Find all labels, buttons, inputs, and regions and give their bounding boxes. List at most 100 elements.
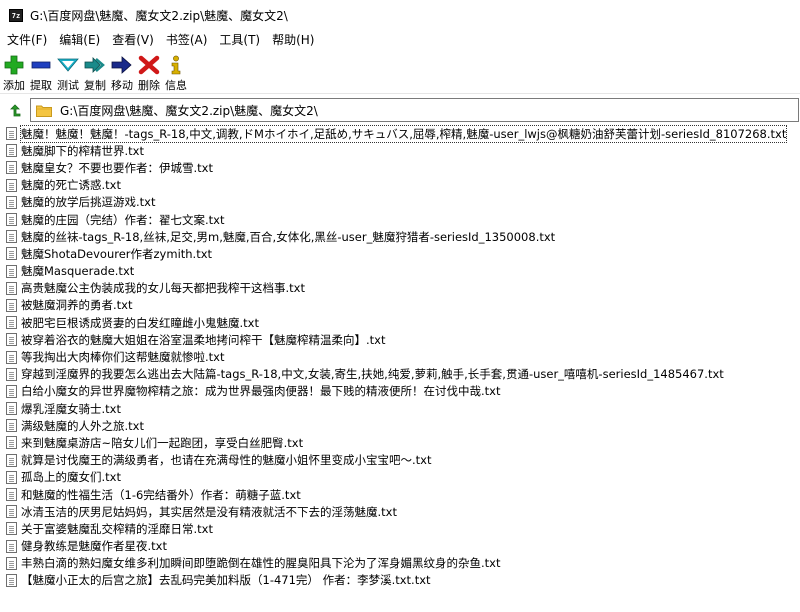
extract-label: 提取 (30, 79, 52, 92)
menu-item-1[interactable]: 编辑(E) (53, 30, 106, 50)
file-row[interactable]: 魅魔的庄园（完结）作者：翟七文案.txt (2, 211, 800, 228)
file-name: 白给小魔女的异世界魔物榨精之旅：成为世界最强肉便器！最下贱的精液便所！在讨伐中哉… (21, 384, 501, 399)
text-file-icon (6, 402, 17, 416)
menu-item-2[interactable]: 查看(V) (106, 30, 160, 50)
file-name: 被肥宅巨根诱成贤妻的白发红瞳雌小鬼魅魔.txt (21, 315, 259, 330)
file-name: 冰清玉洁的厌男尼姑妈妈，其实居然是没有精液就活不下去的淫荡魅魔.txt (21, 504, 397, 519)
file-name: 健身教练是魅魔作者星夜.txt (21, 539, 167, 554)
file-name: 满级魅魔的人外之旅.txt (21, 418, 144, 433)
file-name: 魅魔！魅魔！魅魔！-tags_R-18,中文,调教,ドMホイホイ,足舐め,サキュ… (19, 125, 788, 143)
add-button[interactable]: 添加 (2, 50, 26, 93)
text-file-icon (6, 213, 17, 227)
file-row[interactable]: 魅魔！魅魔！魅魔！-tags_R-18,中文,调教,ドMホイホイ,足舐め,サキュ… (2, 125, 800, 143)
file-row[interactable]: 来到魅魔桌游店~陪女儿们一起跑团，享受白丝肥臀.txt (2, 434, 800, 451)
copy-button[interactable]: 复制 (83, 50, 107, 93)
file-list: 魅魔！魅魔！魅魔！-tags_R-18,中文,调教,ドMホイホイ,足舐め,サキュ… (2, 125, 800, 605)
address-bar: G:\百度网盘\魅魔、魔女文2.zip\魅魔、魔女文2\ (0, 98, 800, 124)
file-name: 穿越到淫魔界的我要怎么逃出去大陆篇-tags_R-18,中文,女装,寄生,扶她,… (21, 367, 724, 382)
text-file-icon (6, 333, 17, 347)
file-row[interactable]: 被肥宅巨根诱成贤妻的白发红瞳雌小鬼魅魔.txt (2, 314, 800, 331)
text-file-icon (6, 350, 17, 364)
add-label: 添加 (3, 79, 25, 92)
file-row[interactable]: 魅魔皇女？不要也要作者：伊城雪.txt (2, 159, 800, 176)
arrow-right-icon (110, 55, 134, 75)
file-name: 孤岛上的魔女们.txt (21, 470, 121, 485)
info-label: 信息 (165, 79, 187, 92)
file-name: 魅魔皇女？不要也要作者：伊城雪.txt (21, 160, 213, 175)
file-name: 魅魔Masquerade.txt (21, 264, 135, 279)
file-row[interactable]: 白给小魔女的异世界魔物榨精之旅：成为世界最强肉便器！最下贱的精液便所！在讨伐中哉… (2, 383, 800, 400)
info-icon (164, 55, 188, 75)
file-row[interactable]: 【魅魔小正太的后宫之旅】去乱码完美加料版（1-471完） 作者：李梦溪.txt.… (2, 572, 800, 589)
file-name: 魅魔脚下的榨精世界.txt (21, 143, 144, 158)
menu-item-4[interactable]: 工具(T) (213, 30, 266, 50)
file-name: 魅魔ShotaDevourer作者zymith.txt (21, 246, 213, 261)
app-icon: 7z (9, 8, 23, 22)
file-name: 被穿着浴衣的魅魔大姐姐在浴室温柔地拷问榨干【魅魔榨精温柔向】.txt (21, 332, 386, 347)
extract-button[interactable]: 提取 (29, 50, 53, 93)
file-row[interactable]: 爆乳淫魔女骑士.txt (2, 400, 800, 417)
test-button[interactable]: 测试 (56, 50, 80, 93)
file-name: 魅魔的死亡诱惑.txt (21, 178, 121, 193)
file-row[interactable]: 魅魔Masquerade.txt (2, 263, 800, 280)
minus-icon (29, 55, 53, 75)
file-name: 被魅魔洞养的勇者.txt (21, 298, 133, 313)
file-row[interactable]: 魅魔的放学后挑逗游戏.txt (2, 194, 800, 211)
file-row[interactable]: 魅魔的死亡诱惑.txt (2, 177, 800, 194)
text-file-icon (6, 505, 17, 519)
text-file-icon (6, 522, 17, 536)
menu-item-5[interactable]: 帮助(H) (266, 30, 320, 50)
file-row[interactable]: 冰清玉洁的厌男尼姑妈妈，其实居然是没有精液就活不下去的淫荡魅魔.txt (2, 503, 800, 520)
address-field[interactable]: G:\百度网盘\魅魔、魔女文2.zip\魅魔、魔女文2\ (30, 98, 799, 122)
file-row[interactable]: 和魅魔的性福生活（1-6完结番外）作者：萌糖子蓝.txt (2, 486, 800, 503)
text-file-icon (6, 488, 17, 502)
delete-label: 删除 (138, 79, 160, 92)
file-row[interactable]: 高贵魅魔公主伪装成我的女儿每天都把我榨干这档事.txt (2, 280, 800, 297)
text-file-icon (6, 264, 17, 278)
file-name: 魅魔的丝袜-tags_R-18,丝袜,足交,男m,魅魔,百合,女体化,黑丝-us… (21, 229, 556, 244)
text-file-icon (6, 230, 17, 244)
text-file-icon (6, 127, 17, 141)
text-file-icon (6, 436, 17, 450)
file-row[interactable]: 被穿着浴衣的魅魔大姐姐在浴室温柔地拷问榨干【魅魔榨精温柔向】.txt (2, 331, 800, 348)
menu-bar: 文件(F) 编辑(E) 查看(V) 书签(A) 工具(T) 帮助(H) (0, 30, 800, 50)
delete-button[interactable]: 删除 (137, 50, 161, 93)
file-row[interactable]: 就算是讨伐魔王的满级勇者，也请在充满母性的魅魔小姐怀里变成小宝宝吧～.txt (2, 452, 800, 469)
test-label: 测试 (57, 79, 79, 92)
text-file-icon (6, 195, 17, 209)
file-row[interactable]: 关于富婆魅魔乱交榨精的淫靡日常.txt (2, 520, 800, 537)
copy-label: 复制 (84, 79, 106, 92)
folder-icon (36, 104, 52, 117)
file-row[interactable]: 孤岛上的魔女们.txt (2, 469, 800, 486)
file-row[interactable]: 健身教练是魅魔作者星夜.txt (2, 538, 800, 555)
file-row[interactable]: 满级魅魔的人外之旅.txt (2, 417, 800, 434)
menu-item-0[interactable]: 文件(F) (0, 30, 53, 50)
text-file-icon (6, 470, 17, 484)
info-button[interactable]: 信息 (164, 50, 188, 93)
file-name: 关于富婆魅魔乱交榨精的淫靡日常.txt (21, 521, 213, 536)
file-row[interactable]: 魅魔脚下的榨精世界.txt (2, 142, 800, 159)
window-title: G:\百度网盘\魅魔、魔女文2.zip\魅魔、魔女文2\ (30, 8, 288, 23)
address-path: G:\百度网盘\魅魔、魔女文2.zip\魅魔、魔女文2\ (60, 103, 318, 118)
file-name: 丰熟白滴的熟妇魔女维多利加瞬间即堕跪倒在雄性的腥臭阳具下沦为了浑身媚黑纹身的杂鱼… (21, 556, 501, 571)
move-button[interactable]: 移动 (110, 50, 134, 93)
plus-icon (2, 55, 26, 75)
text-file-icon (6, 573, 17, 587)
text-file-icon (6, 367, 17, 381)
toolbar: 添加 提取 测试 复制 移动 删除 信息 (0, 50, 800, 94)
text-file-icon (6, 419, 17, 433)
file-row[interactable]: 魅魔的丝袜-tags_R-18,丝袜,足交,男m,魅魔,百合,女体化,黑丝-us… (2, 228, 800, 245)
file-row[interactable]: 穿越到淫魔界的我要怎么逃出去大陆篇-tags_R-18,中文,女装,寄生,扶她,… (2, 366, 800, 383)
file-name: 高贵魅魔公主伪装成我的女儿每天都把我榨干这档事.txt (21, 281, 305, 296)
file-row[interactable]: 魅魔ShotaDevourer作者zymith.txt (2, 245, 800, 262)
file-name: 魅魔的放学后挑逗游戏.txt (21, 195, 156, 210)
text-file-icon (6, 298, 17, 312)
text-file-icon (6, 178, 17, 192)
file-row[interactable]: 被魅魔洞养的勇者.txt (2, 297, 800, 314)
file-row[interactable]: 等我掏出大肉棒你们这帮魅魔就惨啦.txt (2, 348, 800, 365)
text-file-icon (6, 453, 17, 467)
file-row[interactable]: 丰熟白滴的熟妇魔女维多利加瞬间即堕跪倒在雄性的腥臭阳具下沦为了浑身媚黑纹身的杂鱼… (2, 555, 800, 572)
up-folder-button[interactable] (4, 101, 26, 121)
move-label: 移动 (111, 79, 133, 92)
menu-item-3[interactable]: 书签(A) (160, 30, 214, 50)
